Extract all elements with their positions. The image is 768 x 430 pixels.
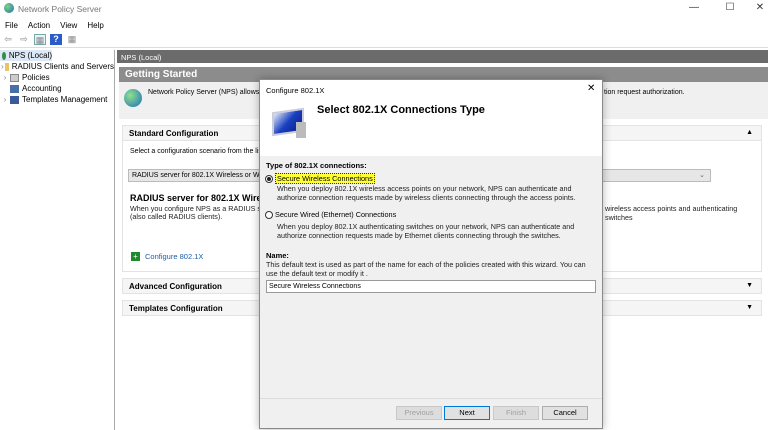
minimize-button[interactable]: —	[684, 2, 704, 16]
window-title: Network Policy Server	[18, 4, 102, 14]
folder-icon	[4, 62, 9, 71]
tree-root[interactable]: NPS (Local)	[0, 50, 52, 61]
finish-button[interactable]: Finish	[493, 406, 539, 420]
name-input[interactable]	[266, 280, 596, 293]
maximize-button[interactable]: ☐	[720, 2, 740, 16]
main-header: NPS (Local)	[117, 50, 768, 63]
wired-desc: When you deploy 802.1X authenticating sw…	[277, 222, 575, 240]
back-icon[interactable]: ⇦	[2, 34, 14, 45]
app-globe-icon	[4, 3, 14, 13]
menu-bar: File Action View Help	[0, 18, 768, 32]
dialog-title: Configure 802.1X	[266, 86, 325, 95]
dialog-heading: Select 802.1X Connections Type	[317, 104, 485, 116]
radio-secure-wired[interactable]: Secure Wired (Ethernet) Connections	[265, 210, 396, 219]
radio-button[interactable]	[265, 210, 273, 219]
cancel-button[interactable]: Cancel	[542, 406, 588, 420]
nps-globe-icon	[124, 89, 142, 107]
previous-button[interactable]: Previous	[396, 406, 442, 420]
menu-view[interactable]: View	[60, 21, 77, 30]
name-label: Name:	[266, 251, 289, 260]
expand-icon[interactable]: ›	[0, 95, 10, 104]
scenario-desc-tail: wireless access points and authenticatin…	[605, 204, 738, 222]
scenario-desc-2: (also called RADIUS clients).	[130, 212, 223, 221]
radio-button[interactable]	[265, 174, 273, 183]
next-button[interactable]: Next	[444, 406, 490, 420]
type-label: Type of 802.1X connections:	[266, 161, 367, 170]
dialog-close-button[interactable]: ✕	[587, 83, 595, 94]
scenario-heading: RADIUS server for 802.1X Wireless	[130, 193, 279, 203]
collapse-icon[interactable]: ▲	[746, 129, 753, 136]
name-desc: This default text is used as part of the…	[266, 260, 586, 278]
forward-icon[interactable]: ⇨	[18, 34, 30, 45]
wireless-desc: When you deploy 802.1X wireless access p…	[277, 184, 576, 202]
tree-item-accounting[interactable]: Accounting	[0, 83, 114, 94]
select-text: Select a configuration scenario from the…	[130, 148, 270, 155]
menu-help[interactable]: Help	[87, 21, 103, 30]
help-icon[interactable]: ?	[50, 34, 62, 45]
expand-icon[interactable]: ▼	[746, 282, 753, 289]
chevron-down-icon: ⌄	[699, 172, 705, 179]
dialog-header: Configure 802.1X ✕ Select 802.1X Connect…	[260, 80, 602, 156]
globe-icon	[2, 51, 6, 60]
menu-action[interactable]: Action	[28, 21, 50, 30]
templates-icon	[10, 95, 19, 104]
accounting-icon	[10, 84, 19, 93]
show-hide-tree-icon[interactable]: ▦	[34, 34, 46, 45]
configure-plus-icon: +	[131, 252, 140, 261]
expand-icon[interactable]: ▼	[746, 304, 753, 311]
menu-file[interactable]: File	[5, 21, 18, 30]
tree-item-templates[interactable]: › Templates Management	[0, 94, 114, 105]
radio-secure-wireless[interactable]: Secure Wireless Connections	[265, 173, 375, 184]
configure-8021x-link[interactable]: Configure 802.1X	[145, 252, 203, 261]
tree-pane: NPS (Local) › RADIUS Clients and Servers …	[0, 50, 115, 430]
expand-icon[interactable]: ›	[0, 73, 10, 82]
close-button[interactable]: ✕	[750, 2, 768, 16]
toolbar: ⇦ ⇨ ▦ ? ▦	[0, 32, 768, 48]
tree-item-radius[interactable]: › RADIUS Clients and Servers	[0, 61, 114, 72]
configure-8021x-dialog: Configure 802.1X ✕ Select 802.1X Connect…	[259, 79, 603, 429]
intro-text: Network Policy Server (NPS) allows you	[148, 89, 273, 96]
policy-icon	[10, 73, 19, 82]
intro-text-tail: tion request authorization.	[604, 89, 685, 96]
title-bar: Network Policy Server — ☐ ✕	[0, 0, 768, 18]
action-pane-icon[interactable]: ▦	[66, 34, 78, 45]
tree-item-policies[interactable]: › Policies	[0, 72, 114, 83]
